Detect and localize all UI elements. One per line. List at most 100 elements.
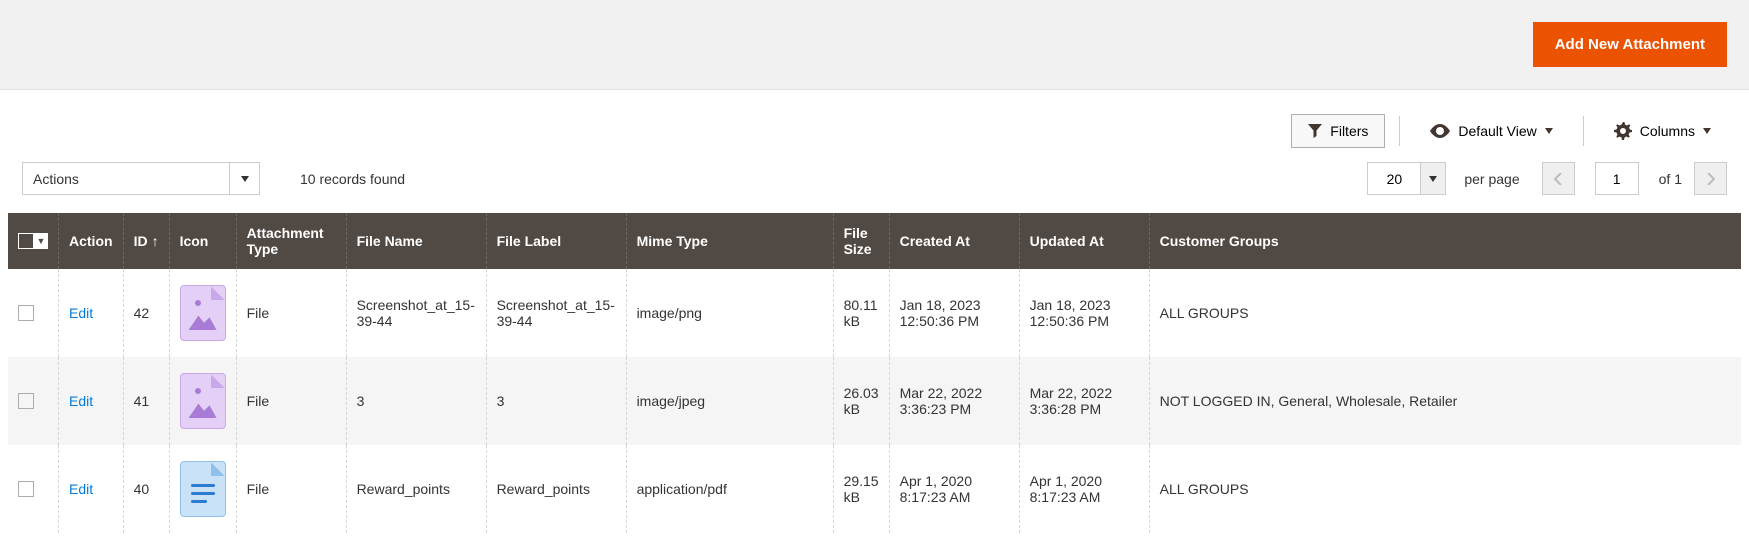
id-cell: 42 — [123, 269, 169, 357]
row-checkbox-cell — [8, 445, 59, 533]
gear-icon — [1614, 122, 1632, 140]
image-file-icon — [180, 285, 226, 341]
col-action[interactable]: Action — [59, 213, 124, 269]
type-cell: File — [236, 269, 346, 357]
page-size-input[interactable] — [1367, 162, 1421, 195]
sort-asc-icon: ↑ — [152, 233, 159, 249]
col-updated-at[interactable]: Updated At — [1019, 213, 1149, 269]
filters-button[interactable]: Filters — [1291, 114, 1385, 148]
col-id-label: ID — [134, 233, 148, 249]
caret-down-icon — [1703, 128, 1711, 134]
actions-label: Actions — [23, 171, 229, 187]
size-cell: 26.03 kB — [833, 357, 889, 445]
right-controls: per page of 1 — [1367, 162, 1727, 195]
row-checkbox[interactable] — [18, 393, 34, 409]
toolbar: Filters Default View Columns — [0, 90, 1749, 148]
created-cell: Mar 22, 2022 3:36:23 PM — [889, 357, 1019, 445]
current-page-input[interactable] — [1595, 162, 1639, 195]
funnel-icon — [1308, 124, 1322, 138]
row-checkbox[interactable] — [18, 305, 34, 321]
mime-cell: application/pdf — [626, 445, 833, 533]
page-size-dropdown[interactable] — [1421, 162, 1446, 195]
left-controls: Actions 10 records found — [22, 162, 405, 195]
actions-dropdown-arrow[interactable] — [229, 163, 259, 194]
eye-icon — [1430, 124, 1450, 138]
row-checkbox-cell — [8, 269, 59, 357]
columns-label: Columns — [1640, 123, 1695, 139]
header-bar: Add New Attachment — [0, 0, 1749, 90]
updated-cell: Apr 1, 2020 8:17:23 AM — [1019, 445, 1149, 533]
table-row[interactable]: Edit41File33image/jpeg26.03 kBMar 22, 20… — [8, 357, 1741, 445]
controls-row: Actions 10 records found per page of 1 — [0, 148, 1749, 209]
col-file-name[interactable]: File Name — [346, 213, 486, 269]
file_label-cell: Screenshot_at_15-39-44 — [486, 269, 626, 357]
icon-cell — [169, 269, 236, 357]
file_name-cell: 3 — [346, 357, 486, 445]
type-cell: File — [236, 357, 346, 445]
file_label-cell: 3 — [486, 357, 626, 445]
caret-down-icon — [1429, 176, 1437, 182]
col-icon[interactable]: Icon — [169, 213, 236, 269]
groups-cell: NOT LOGGED IN, General, Wholesale, Retai… — [1149, 357, 1741, 445]
select-all-dropdown[interactable]: ▼ — [34, 233, 48, 249]
file_name-cell: Screenshot_at_15-39-44 — [346, 269, 486, 357]
file_name-cell: Reward_points — [346, 445, 486, 533]
groups-cell: ALL GROUPS — [1149, 269, 1741, 357]
default-view-button[interactable]: Default View — [1414, 115, 1568, 147]
size-cell: 29.15 kB — [833, 445, 889, 533]
icon-cell — [169, 445, 236, 533]
prev-page-button[interactable] — [1542, 162, 1575, 195]
file_label-cell: Reward_points — [486, 445, 626, 533]
chevron-left-icon — [1554, 173, 1562, 185]
table-row[interactable]: Edit40FileReward_pointsReward_pointsappl… — [8, 445, 1741, 533]
mime-cell: image/jpeg — [626, 357, 833, 445]
created-cell: Apr 1, 2020 8:17:23 AM — [889, 445, 1019, 533]
action-cell: Edit — [59, 445, 124, 533]
mime-cell: image/png — [626, 269, 833, 357]
per-page-label: per page — [1464, 171, 1519, 187]
chevron-right-icon — [1707, 173, 1715, 185]
records-found: 10 records found — [300, 171, 405, 187]
edit-link[interactable]: Edit — [69, 305, 93, 321]
id-cell: 40 — [123, 445, 169, 533]
updated-cell: Mar 22, 2022 3:36:28 PM — [1019, 357, 1149, 445]
edit-link[interactable]: Edit — [69, 481, 93, 497]
id-cell: 41 — [123, 357, 169, 445]
document-file-icon — [180, 461, 226, 517]
divider — [1583, 116, 1584, 146]
col-mime-type[interactable]: Mime Type — [626, 213, 833, 269]
icon-cell — [169, 357, 236, 445]
actions-select[interactable]: Actions — [22, 162, 260, 195]
table-row[interactable]: Edit42FileScreenshot_at_15-39-44Screensh… — [8, 269, 1741, 357]
col-id[interactable]: ID↑ — [123, 213, 169, 269]
row-checkbox[interactable] — [18, 481, 34, 497]
updated-cell: Jan 18, 2023 12:50:36 PM — [1019, 269, 1149, 357]
image-file-icon — [180, 373, 226, 429]
filters-label: Filters — [1330, 123, 1368, 139]
action-cell: Edit — [59, 269, 124, 357]
attachments-grid: ▼ Action ID↑ Icon Attachment Type File N… — [8, 213, 1741, 533]
row-checkbox-cell — [8, 357, 59, 445]
col-file-label[interactable]: File Label — [486, 213, 626, 269]
action-cell: Edit — [59, 357, 124, 445]
groups-cell: ALL GROUPS — [1149, 445, 1741, 533]
col-attachment-type[interactable]: Attachment Type — [236, 213, 346, 269]
caret-down-icon — [241, 176, 249, 182]
caret-down-icon — [1545, 128, 1553, 134]
edit-link[interactable]: Edit — [69, 393, 93, 409]
divider — [1399, 116, 1400, 146]
default-view-label: Default View — [1458, 123, 1536, 139]
type-cell: File — [236, 445, 346, 533]
size-cell: 80.11 kB — [833, 269, 889, 357]
add-new-attachment-button[interactable]: Add New Attachment — [1533, 22, 1727, 67]
next-page-button[interactable] — [1694, 162, 1727, 195]
select-all-checkbox[interactable] — [18, 233, 34, 249]
col-created-at[interactable]: Created At — [889, 213, 1019, 269]
grid-header-row: ▼ Action ID↑ Icon Attachment Type File N… — [8, 213, 1741, 269]
columns-button[interactable]: Columns — [1598, 114, 1727, 148]
created-cell: Jan 18, 2023 12:50:36 PM — [889, 269, 1019, 357]
select-all-header[interactable]: ▼ — [8, 213, 59, 269]
total-pages: of 1 — [1659, 171, 1682, 187]
col-file-size[interactable]: File Size — [833, 213, 889, 269]
col-customer-groups[interactable]: Customer Groups — [1149, 213, 1741, 269]
